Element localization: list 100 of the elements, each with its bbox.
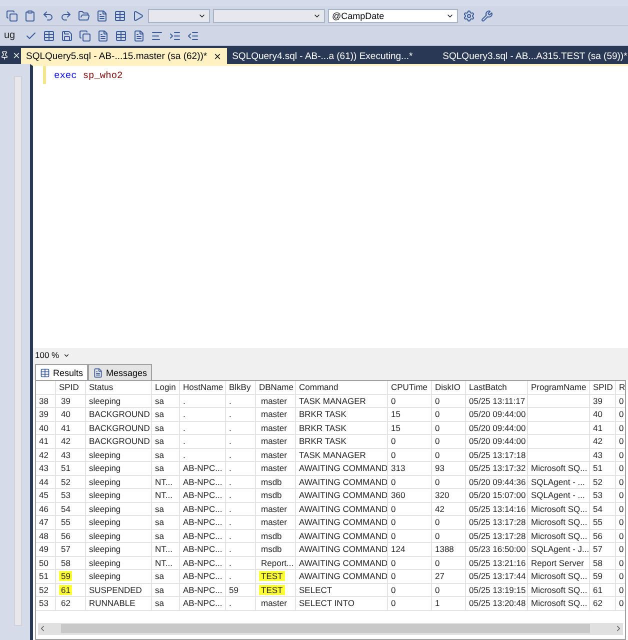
table-cell: sa (152, 502, 180, 516)
table-cell: Report Server (528, 556, 590, 570)
toolbar-icon[interactable] (4, 8, 19, 23)
dropdown[interactable]: @CampDate (328, 8, 458, 22)
table-cell: master (256, 462, 296, 476)
table-cell: . (180, 448, 226, 462)
table-cell: . (226, 422, 256, 435)
column-header[interactable]: BlkBy (226, 381, 256, 394)
table-cell: . (226, 394, 256, 408)
table-cell: AWAITING COMMAND (296, 570, 388, 584)
column-header[interactable]: LastBatch (466, 381, 528, 394)
table-cell: 0 (616, 543, 625, 556)
table-cell: 05/20 09:44:00 (466, 435, 528, 448)
table-cell: sleeping (86, 530, 152, 543)
scroll-left-icon[interactable] (38, 624, 47, 633)
table-cell: AB-NPC... (180, 556, 226, 570)
table-cell: AB-NPC... (180, 530, 226, 543)
table-cell: AWAITING COMMAND (296, 502, 388, 516)
table-cell: 0 (388, 502, 432, 516)
table-cell: 0 (616, 597, 625, 610)
table-cell: 52 (56, 476, 86, 489)
column-header[interactable]: DBName (256, 381, 296, 394)
table-cell: 0 (432, 530, 466, 543)
table-cell: Microsoft SQ... (528, 584, 590, 597)
table-cell: 42 (56, 435, 86, 448)
table-cell: sleeping (86, 448, 152, 462)
table-cell: SUSPENDED (86, 584, 152, 597)
toolbar-icon[interactable] (461, 8, 476, 23)
column-header[interactable]: R (616, 381, 625, 394)
close-icon[interactable] (213, 52, 222, 60)
toolbar-icon[interactable] (41, 28, 56, 43)
table-cell: . (226, 462, 256, 476)
table-cell: 0 (388, 435, 432, 448)
table-cell: BACKGROUND (86, 435, 152, 448)
table-cell: . (226, 489, 256, 502)
table-cell: TEST (256, 570, 296, 584)
table-cell: 320 (432, 489, 466, 502)
horizontal-scrollbar[interactable] (38, 622, 623, 634)
table-cell: master (256, 448, 296, 462)
table-cell: 05/25 13:17:28 (466, 516, 528, 530)
document-tab[interactable]: SQLQuery4.sql - AB-...a (61)) Executing...* (227, 48, 418, 64)
column-header[interactable]: SPID (56, 381, 86, 394)
table-cell: 0 (432, 422, 466, 435)
document-tab[interactable]: SQLQuery3.sql - AB...A315.TEST (sa (59))* (438, 48, 628, 64)
table-cell: 42 (432, 502, 466, 516)
table-cell: 0 (388, 448, 432, 462)
table-cell: 62 (590, 597, 616, 610)
column-header[interactable]: HostName (180, 381, 226, 394)
column-header[interactable]: ProgramName (528, 381, 590, 394)
close-icon[interactable] (12, 50, 21, 60)
table-cell: 05/25 13:17:32 (466, 462, 528, 476)
table-cell: master (256, 422, 296, 435)
table-cell: SQLAgent - ... (528, 489, 590, 502)
scroll-right-icon[interactable] (614, 624, 623, 633)
table-cell: msdb (256, 489, 296, 502)
table-cell: 05/25 13:19:15 (466, 584, 528, 597)
table-cell: 53 (56, 489, 86, 502)
result-tab[interactable]: Messages (88, 364, 152, 380)
table-cell: . (226, 516, 256, 530)
table-cell: . (226, 543, 256, 556)
table-cell: 05/25 13:14:16 (466, 502, 528, 516)
table-cell: 0 (432, 435, 466, 448)
column-header[interactable]: Status (86, 381, 152, 394)
document-icon (93, 368, 104, 378)
row-number: 39 (36, 408, 56, 422)
menu-label[interactable]: ug (4, 30, 20, 41)
toolbar-icon[interactable] (59, 28, 74, 43)
table-cell: 05/23 16:50:00 (466, 543, 528, 556)
pin-icon[interactable] (0, 50, 9, 60)
table-cell: 15 (388, 408, 432, 422)
table-cell: 05/20 09:44:00 (466, 422, 528, 435)
toolbar-icon[interactable] (112, 8, 127, 23)
table-cell: . (226, 502, 256, 516)
row-number: 41 (36, 435, 56, 448)
column-header[interactable]: Login (152, 381, 180, 394)
toolbar-icon[interactable] (479, 8, 494, 23)
zoom-dropdown[interactable]: 100 % (35, 350, 70, 360)
column-header[interactable]: CPUTime (388, 381, 432, 394)
document-tab[interactable]: SQLQuery5.sql - AB-...15.master (sa (62))* (21, 48, 228, 64)
table-cell: 54 (56, 502, 86, 516)
column-header[interactable]: Command (296, 381, 388, 394)
table-cell: Microsoft SQ... (528, 502, 590, 516)
scrollbar[interactable] (14, 76, 22, 626)
table-cell (528, 408, 590, 422)
table-cell: AB-NPC... (180, 570, 226, 584)
result-tab[interactable]: Results (35, 364, 88, 380)
column-header[interactable]: SPID (590, 381, 616, 394)
row-number: 52 (36, 584, 56, 597)
table-cell: sa (152, 570, 180, 584)
table-cell: sleeping (86, 502, 152, 516)
toolbar-icon[interactable] (113, 28, 128, 43)
table-cell: sa (152, 435, 180, 448)
toolbar-icon[interactable] (76, 8, 91, 23)
table-cell: 05/25 13:17:18 (466, 448, 528, 462)
column-header[interactable]: DiskIO (432, 381, 466, 394)
table-cell: 52 (590, 476, 616, 489)
table-cell: 57 (56, 543, 86, 556)
table-cell: 05/20 09:44:36 (466, 476, 528, 489)
toolbar-icon[interactable] (77, 28, 92, 43)
table-cell: master (256, 516, 296, 530)
